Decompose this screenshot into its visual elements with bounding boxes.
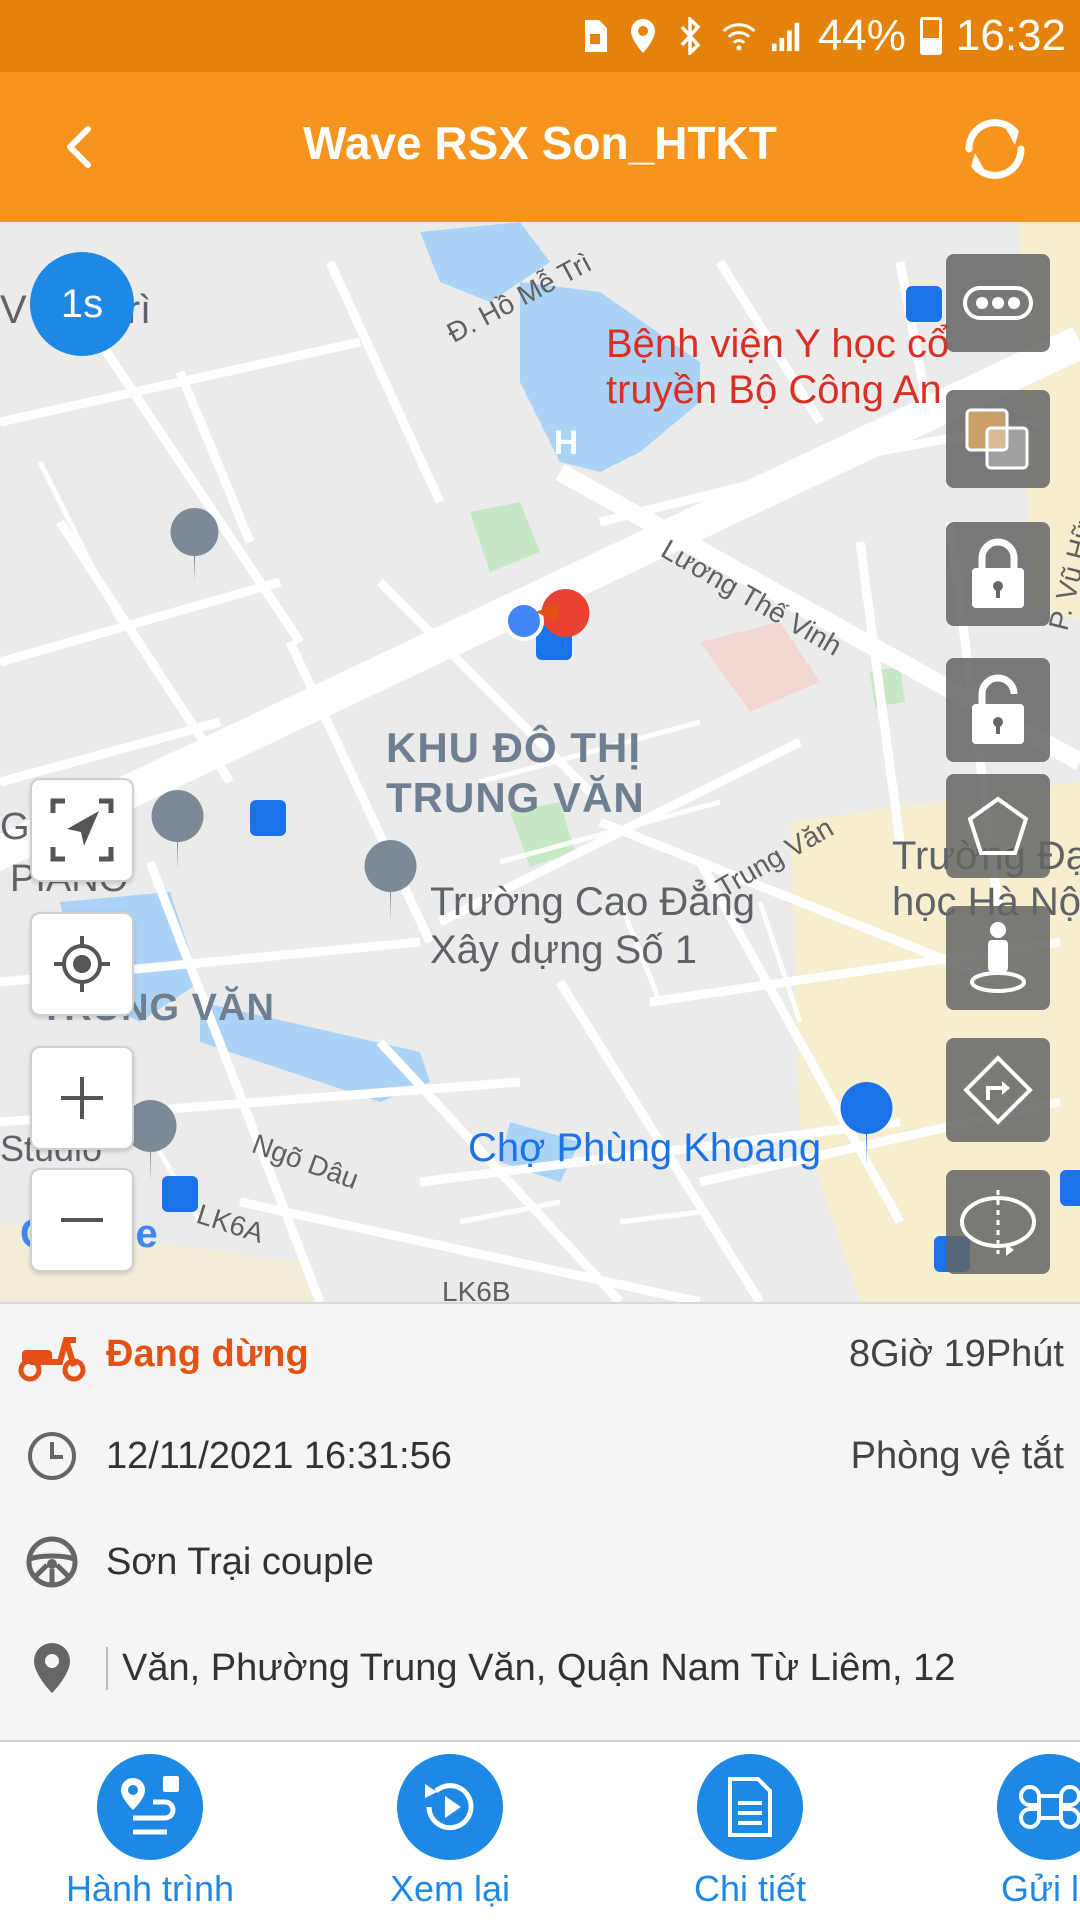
wifi-icon bbox=[722, 16, 756, 56]
directions-icon bbox=[963, 1055, 1033, 1125]
status-bar: 44% 16:32 bbox=[0, 0, 1080, 72]
route-icon bbox=[97, 1754, 203, 1860]
app-header: Wave RSX Son_HTKT bbox=[0, 72, 1080, 222]
command-icon bbox=[997, 1754, 1080, 1860]
refresh-icon bbox=[965, 119, 1025, 179]
driver-name: Sơn Trại couple bbox=[106, 1540, 374, 1583]
sim-card-icon bbox=[578, 16, 612, 56]
nav-label-replay: Xem lại bbox=[389, 1868, 511, 1909]
piano-label-g: G bbox=[0, 806, 30, 848]
hospital-h-icon: H bbox=[553, 424, 579, 462]
street-view-button[interactable] bbox=[946, 906, 1050, 1010]
stop-duration: 8Giờ 19Phút bbox=[848, 1332, 1064, 1375]
my-location-icon bbox=[54, 936, 110, 992]
nav-label-command: Gửi lệ bbox=[1000, 1868, 1080, 1909]
area-label-line1: KHU ĐÔ THỊ bbox=[386, 724, 641, 771]
hospital-label-line1: Bệnh viện Y học cổ bbox=[606, 322, 950, 366]
rotate-view-icon bbox=[960, 1190, 1036, 1256]
layers-icon bbox=[965, 408, 1029, 470]
signal-icon bbox=[770, 16, 804, 56]
time-row: 12/11/2021 16:31:56 Phòng vệ tắt bbox=[0, 1406, 1080, 1506]
zoom-in-icon bbox=[61, 1077, 103, 1119]
lock-button[interactable] bbox=[946, 522, 1050, 626]
refresh-button[interactable] bbox=[950, 104, 1040, 194]
battery-icon bbox=[919, 17, 942, 55]
market-label: Chợ Phùng Khoang bbox=[468, 1126, 822, 1170]
navigate-button[interactable] bbox=[30, 778, 134, 882]
nav-label-details: Chi tiết bbox=[693, 1868, 807, 1909]
street-label-lk6b: LK6B bbox=[442, 1276, 511, 1302]
pentagon-icon bbox=[967, 796, 1029, 855]
nav-item-replay[interactable]: Xem lại bbox=[350, 1754, 550, 1914]
replay-icon bbox=[397, 1754, 503, 1860]
scooter-icon bbox=[16, 1324, 88, 1384]
zoom-out-button[interactable] bbox=[30, 1168, 134, 1272]
area-label-line2: TRUNG VĂN bbox=[386, 774, 645, 821]
zoom-out-icon bbox=[61, 1218, 103, 1222]
nav-item-command[interactable]: Gửi lệ bbox=[950, 1754, 1080, 1914]
last-update-time: 12/11/2021 16:31:56 bbox=[106, 1434, 452, 1477]
steering-wheel-icon bbox=[22, 1532, 82, 1592]
address-row: Văn, Phường Trung Văn, Quận Nam Từ Liêm,… bbox=[0, 1618, 1080, 1718]
zoom-in-button[interactable] bbox=[30, 1046, 134, 1150]
rotate-view-button[interactable] bbox=[946, 1170, 1050, 1274]
battery-percent: 44% bbox=[817, 11, 906, 60]
directions-button[interactable] bbox=[946, 1038, 1050, 1142]
location-pin-icon bbox=[22, 1638, 82, 1698]
street-view-icon bbox=[970, 922, 1026, 993]
more-options-button[interactable] bbox=[946, 254, 1050, 352]
page-title: Wave RSX Son_HTKT bbox=[303, 117, 777, 169]
unlock-button[interactable] bbox=[946, 658, 1050, 762]
playback-speed-badge[interactable]: 1s bbox=[30, 252, 134, 356]
guard-status: Phòng vệ tắt bbox=[850, 1434, 1064, 1477]
app-screen: 44% 16:32 Wave RSX Son_HTKT V Đ. Hồ Mễ T… bbox=[0, 0, 1080, 1920]
navigate-arrow-icon bbox=[50, 798, 114, 862]
bluetooth-icon bbox=[674, 16, 708, 56]
nav-item-route[interactable]: Hành trình bbox=[50, 1754, 250, 1914]
unlock-icon bbox=[972, 674, 1024, 744]
geofence-button[interactable] bbox=[946, 774, 1050, 878]
nav-item-details[interactable]: Chi tiết bbox=[650, 1754, 850, 1914]
school-label-line1: Trường Cao Đẳng bbox=[430, 880, 755, 924]
vehicle-status: Đang dừng bbox=[106, 1332, 309, 1375]
hospital-label-line2: truyền Bộ Công An bbox=[606, 368, 942, 412]
nav-label-route: Hành trình bbox=[65, 1868, 235, 1909]
document-icon bbox=[697, 1754, 803, 1860]
clock: 16:32 bbox=[955, 11, 1066, 60]
location-icon bbox=[626, 16, 660, 56]
map-view[interactable]: V Mễ Trì Đ. Hồ Mễ Trì Bệnh viện Y học cổ… bbox=[0, 222, 1080, 1302]
bottom-navigation: Hành trình Xem lại Chi tiết Gửi l bbox=[0, 1740, 1080, 1920]
lock-icon bbox=[972, 538, 1024, 608]
school-label-line2: Xây dựng Số 1 bbox=[430, 928, 697, 972]
more-dots-icon bbox=[963, 286, 1033, 320]
map-layers-button[interactable] bbox=[946, 390, 1050, 488]
status-row: Đang dừng 8Giờ 19Phút bbox=[0, 1304, 1080, 1404]
vehicle-address: Văn, Phường Trung Văn, Quận Nam Từ Liêm,… bbox=[106, 1646, 1070, 1690]
driver-row: Sơn Trại couple bbox=[0, 1512, 1080, 1612]
my-location-button[interactable] bbox=[30, 912, 134, 1016]
vehicle-info-panel: Đang dừng 8Giờ 19Phút 12/11/2021 16:31:5… bbox=[0, 1302, 1080, 1740]
clock-icon bbox=[22, 1426, 82, 1486]
